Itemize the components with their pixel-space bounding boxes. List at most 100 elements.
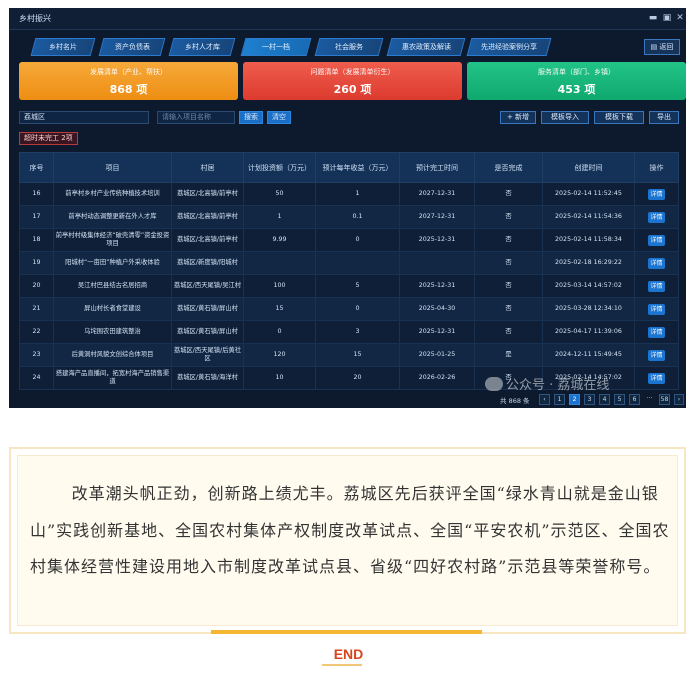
export-button[interactable]: 导出	[649, 111, 679, 124]
table-row[interactable]: 21 屏山村长者食堂建设 荔城区/黄石镇/屏山村 15 0 2025-04-30 否 2025…	[19, 297, 679, 321]
table-cell: 2026-02-26	[399, 366, 475, 390]
table-cell: 18	[19, 228, 54, 252]
table-cell: 否	[474, 297, 543, 321]
detail-button[interactable]: 详情	[648, 211, 665, 223]
table-cell: 2025-04-30	[399, 297, 475, 321]
return-button[interactable]: ▤ 返回	[644, 39, 680, 55]
article-paragraph: 改革潮头帆正劲，创新路上绩尤丰。荔城区先后获评全国“绿水青山就是金山银山”实践创…	[30, 484, 670, 576]
table-cell: 否	[474, 228, 543, 252]
table-cell-action: 详情	[634, 297, 679, 321]
table-cell: 2025-03-14 14:57:02	[542, 274, 635, 298]
table-cell: 0	[315, 297, 400, 321]
table-cell-action: 详情	[634, 366, 679, 390]
prev-page-button[interactable]: ‹	[539, 394, 550, 405]
page-button[interactable]: 4	[599, 394, 610, 405]
table-cell: 100	[243, 274, 316, 298]
last-page-button[interactable]: 58	[659, 394, 670, 405]
table-cell: 0	[243, 320, 316, 344]
table-row[interactable]: 18 前亭村村级集体经济“破壳清零”资金投资项目 荔城区/北高镇/前亭村 9.99 0 2…	[19, 228, 679, 252]
page-button-active[interactable]: 2	[569, 394, 580, 405]
detail-button[interactable]: 详情	[648, 326, 665, 338]
column-header[interactable]: 预计每年收益（万元）	[315, 152, 400, 183]
tab-one-village-one-file[interactable]: 一村一档	[240, 38, 312, 56]
table-cell: 9.99	[243, 228, 316, 252]
page-button[interactable]: 1	[554, 394, 565, 405]
table-cell	[315, 251, 400, 275]
table-cell: 荔城区/西天尾镇/吴江村	[171, 274, 244, 298]
table-cell: 2025-12-31	[399, 228, 475, 252]
tab-village-card[interactable]: 乡村名片	[30, 38, 96, 56]
window-title: 乡村振兴	[19, 14, 51, 23]
column-header[interactable]: 操作	[634, 152, 679, 183]
card-service-list[interactable]: 服务清单（部门、乡镇） 453 项	[467, 62, 686, 100]
detail-button[interactable]: 详情	[648, 372, 665, 384]
column-header[interactable]: 序号	[19, 152, 54, 183]
table-row[interactable]: 20 吴江村巴县结古名居招商 荔城区/西天尾镇/吴江村 100 5 2025-12-31 否…	[19, 274, 679, 298]
tab-social-services[interactable]: 社会服务	[314, 38, 384, 56]
template-download-button[interactable]: 模板下载	[594, 111, 644, 124]
table-row[interactable]: 22 乌垞围农田建筑整治 荔城区/黄石镇/屏山村 0 3 2025-12-31 否 2025-…	[19, 320, 679, 344]
table-cell: 否	[474, 251, 543, 275]
tab-balance-sheet[interactable]: 资产负债表	[98, 38, 166, 56]
card-problem-list[interactable]: 问题清单（发展清单衍生） 260 项	[243, 62, 462, 100]
tab-case-sharing[interactable]: 先进经验案例分享	[466, 38, 552, 56]
table-row[interactable]: 17 前亭村动态调整更新在外人才库 荔城区/北高镇/前亭村 1 0.1 2027-12-3…	[19, 205, 679, 229]
table-cell: 2025-04-17 11:39:06	[542, 320, 635, 344]
tab-talent-pool[interactable]: 乡村人才库	[168, 38, 236, 56]
page-button[interactable]: 5	[614, 394, 625, 405]
detail-button[interactable]: 详情	[648, 188, 665, 200]
card-value: 260 项	[333, 83, 372, 96]
detail-button[interactable]: 详情	[648, 234, 665, 246]
card-development-list[interactable]: 发展清单（产业、帮扶） 868 项	[19, 62, 238, 100]
table-row[interactable]: 16 前亭村乡村产业传统种植技术培训 荔城区/北高镇/前亭村 50 1 2027-12-3…	[19, 182, 679, 206]
search-input[interactable]: 请输入项目名称	[157, 111, 235, 124]
article-text-frame: 改革潮头帆正劲，创新路上绩尤丰。荔城区先后获评全国“绿水青山就是金山银山”实践创…	[9, 447, 686, 634]
table-cell: 19	[19, 251, 54, 275]
maximize-icon[interactable]: ▣	[660, 11, 674, 25]
table-cell: 阳城村“一亩田”种植户外采收体验	[53, 251, 172, 275]
detail-button[interactable]: 详情	[648, 303, 665, 315]
table-cell: 荔城区/西天尾镇/后黄社区	[171, 343, 244, 367]
page-button[interactable]: 6	[629, 394, 640, 405]
table-cell: 前亭村乡村产业传统种植技术培训	[53, 182, 172, 206]
column-header[interactable]: 计划投资额（万元）	[243, 152, 316, 183]
page-button[interactable]: 3	[584, 394, 595, 405]
region-select[interactable]: 荔城区	[19, 111, 149, 124]
column-header[interactable]: 村居	[171, 152, 244, 183]
detail-button[interactable]: 详情	[648, 280, 665, 292]
table-cell: 2025-01-25	[399, 343, 475, 367]
table-cell-action: 详情	[634, 343, 679, 367]
column-header[interactable]: 是否完成	[474, 152, 543, 183]
tab-policies[interactable]: 惠农政策及解读	[386, 38, 466, 56]
clear-button[interactable]: 清空	[267, 111, 291, 124]
template-import-button[interactable]: 模板导入	[541, 111, 589, 124]
next-page-button[interactable]: ›	[674, 394, 684, 405]
toolbar: 荔城区 请输入项目名称 搜索 清空 + 新增 模板导入 模板下载 导出	[9, 108, 686, 126]
table-cell: 否	[474, 274, 543, 298]
table-cell: 20	[315, 366, 400, 390]
table-row[interactable]: 19 阳城村“一亩田”种植户外采收体验 荔城区/新度镇/阳城村 否 2025-02-18…	[19, 251, 679, 275]
column-header[interactable]: 预计完工时间	[399, 152, 475, 183]
detail-button[interactable]: 详情	[648, 349, 665, 361]
detail-button[interactable]: 详情	[648, 257, 665, 269]
table-cell: 否	[474, 320, 543, 344]
close-icon[interactable]: ✕	[673, 11, 686, 25]
card-value: 453 项	[557, 83, 596, 96]
table-cell	[399, 251, 475, 275]
table-cell: 24	[19, 366, 54, 390]
column-header[interactable]: 创建时间	[542, 152, 635, 183]
table-cell: 荔城区/黄石镇/屏山村	[171, 297, 244, 321]
table-row[interactable]: 23 后黄洞村风貌文创综合体项目 荔城区/西天尾镇/后黄社区 120 15 2025-01…	[19, 343, 679, 367]
add-button[interactable]: + 新增	[500, 111, 536, 124]
table-cell: 荔城区/北高镇/前亭村	[171, 182, 244, 206]
table-cell: 荔城区/北高镇/前亭村	[171, 205, 244, 229]
overdue-badge[interactable]: 超时未完工 2项	[19, 132, 78, 145]
search-button[interactable]: 搜索	[239, 111, 263, 124]
column-header[interactable]: 项目	[53, 152, 172, 183]
table-cell: 搭建海产品直播间，拓宽村海产品销售渠道	[53, 366, 172, 390]
table-cell: 15	[315, 343, 400, 367]
tab-bar: 乡村名片 资产负债表 乡村人才库 一村一档 社会服务 惠农政策及解读 先进经验案…	[9, 38, 686, 58]
table-header-row: 序号 项目 村居 计划投资额（万元） 预计每年收益（万元） 预计完工时间 是否完…	[19, 152, 679, 183]
minimize-icon[interactable]: ▬	[646, 11, 660, 25]
table-cell: 前亭村村级集体经济“破壳清零”资金投资项目	[53, 228, 172, 252]
